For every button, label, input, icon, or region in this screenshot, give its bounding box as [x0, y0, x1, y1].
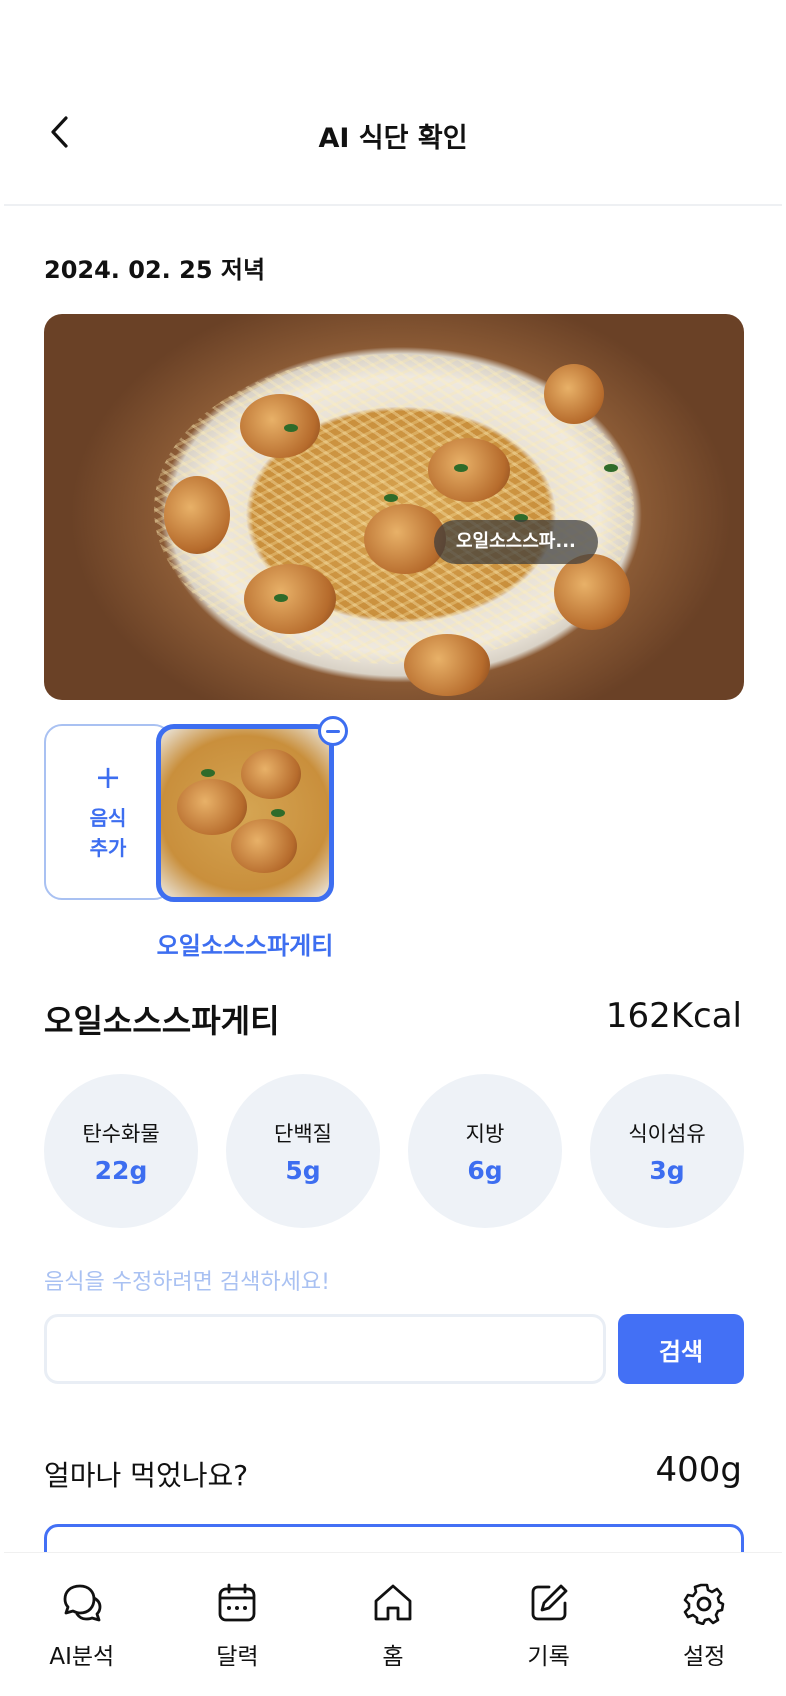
scallop [428, 438, 510, 502]
scallop [164, 476, 230, 554]
food-detection-tag[interactable]: 오일소스스파... [434, 520, 598, 564]
amount-value: 400g [655, 1450, 742, 1490]
nutrient-protein: 단백질 5g [226, 1074, 380, 1228]
nutrient-list: 탄수화물 22g 단백질 5g 지방 6g 식이섬유 3g [44, 1074, 744, 1228]
tab-label: 홈 [382, 1644, 404, 1670]
search-hint: 음식을 수정하려면 검색하세요! [44, 1270, 330, 1295]
scallop [404, 634, 490, 696]
scallop [554, 554, 630, 630]
meal-photo: 오일소스스파... [44, 314, 744, 700]
remove-food-button[interactable] [318, 716, 348, 746]
herb [604, 464, 618, 472]
plus-icon: + [94, 758, 122, 796]
tab-label: 기록 [527, 1644, 570, 1670]
gear-icon [683, 1583, 725, 1625]
herb [274, 594, 288, 602]
scallop [177, 779, 247, 835]
herb [271, 809, 285, 817]
food-name: 오일소스스파게티 [44, 1002, 280, 1040]
herb [384, 494, 398, 502]
tab-label: AI분석 [49, 1644, 115, 1670]
thumbnail-label: 오일소스스파게티 [156, 932, 334, 960]
search-button[interactable]: 검색 [618, 1314, 744, 1384]
scallop [231, 819, 297, 873]
nutrient-carbs: 탄수화물 22g [44, 1074, 198, 1228]
meal-date: 2024. 02. 25 저녁 [44, 256, 266, 284]
page-title: AI 식단 확인 [318, 123, 468, 154]
tab-label: 설정 [683, 1644, 726, 1670]
food-calories: 162Kcal [605, 996, 742, 1036]
herb [201, 769, 215, 777]
tab-record[interactable]: 기록 [471, 1553, 627, 1692]
scallop [244, 564, 336, 634]
nutrient-fiber: 식이섬유 3g [590, 1074, 744, 1228]
tab-label: 달력 [216, 1644, 259, 1670]
bottom-tab-bar: AI분석 달력 홈 기록 설정 [4, 1552, 782, 1692]
scallop [240, 394, 320, 458]
top-bar: AI 식단 확인 [4, 4, 782, 206]
chat-bubbles-icon [63, 1584, 102, 1622]
edit-note-icon [531, 1584, 567, 1621]
add-food-button[interactable]: + 음식 추가 [44, 724, 172, 900]
tab-settings[interactable]: 설정 [626, 1553, 782, 1692]
food-search-input[interactable] [44, 1314, 606, 1384]
scallop [544, 364, 604, 424]
screen: AI 식단 확인 2024. 02. 25 저녁 오일소스스파... + 음식 … [4, 4, 782, 1692]
amount-question: 얼마나 먹었나요? [44, 1459, 249, 1492]
food-thumbnail[interactable] [156, 724, 334, 902]
tab-home[interactable]: 홈 [315, 1553, 471, 1692]
tab-calendar[interactable]: 달력 [160, 1553, 316, 1692]
nutrient-fat: 지방 6g [408, 1074, 562, 1228]
herb [454, 464, 468, 472]
calendar-icon [218, 1583, 256, 1622]
tab-ai-analysis[interactable]: AI분석 [4, 1553, 160, 1692]
scallop [241, 749, 301, 799]
herb [284, 424, 298, 432]
add-food-label: 음식 추가 [89, 806, 127, 860]
home-icon [374, 1584, 412, 1621]
minus-icon [326, 729, 340, 733]
